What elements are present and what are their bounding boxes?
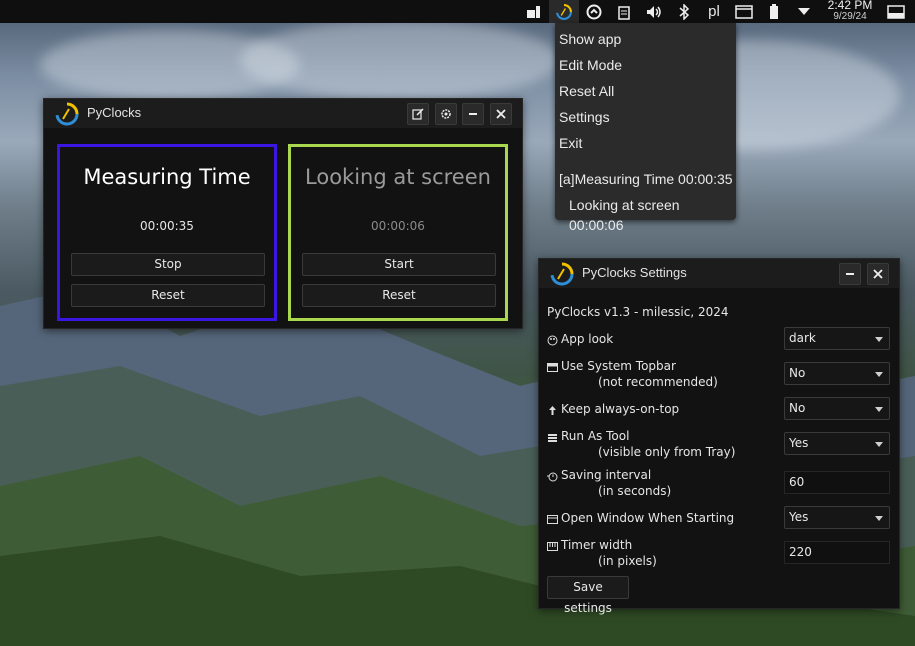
select-value: No bbox=[789, 366, 806, 380]
setting-sublabel-run-as-tool: (visible only from Tray) bbox=[598, 445, 736, 459]
chevron-down-icon bbox=[875, 516, 883, 521]
topbar-select[interactable]: No bbox=[784, 362, 890, 385]
volume-icon[interactable] bbox=[639, 0, 669, 23]
chevron-down-icon bbox=[875, 442, 883, 447]
reset-button[interactable]: Reset bbox=[302, 284, 496, 307]
close-button[interactable] bbox=[867, 263, 889, 285]
select-value: Yes bbox=[789, 510, 809, 524]
palette-icon bbox=[547, 335, 558, 346]
topbar-icon bbox=[547, 363, 558, 372]
setting-label-app-look: App look bbox=[561, 332, 614, 346]
window-title: PyClocks Settings bbox=[582, 265, 687, 280]
menu-item-exit[interactable]: Exit bbox=[559, 133, 582, 153]
edit-button[interactable] bbox=[407, 103, 429, 125]
chevron-down-icon bbox=[875, 372, 883, 377]
setting-sublabel-topbar: (not recommended) bbox=[598, 375, 718, 389]
setting-label-run-as-tool: Run As Tool bbox=[561, 429, 630, 443]
setting-label-open-window: Open Window When Starting bbox=[561, 511, 735, 525]
tool-icon bbox=[548, 434, 557, 442]
timer-width-input[interactable]: 220 bbox=[784, 541, 890, 564]
topbar-clock[interactable]: 2:42 PM 9/29/24 bbox=[819, 0, 881, 23]
start-button[interactable]: Start bbox=[302, 253, 496, 276]
clock-time-display: 00:00:35 bbox=[140, 219, 194, 233]
minimize-button[interactable] bbox=[462, 103, 484, 125]
settings-button[interactable] bbox=[435, 103, 457, 125]
menu-item-show-app[interactable]: Show app bbox=[559, 29, 621, 49]
stop-button[interactable]: Stop bbox=[71, 253, 265, 276]
minimize-icon bbox=[469, 113, 477, 115]
select-value: dark bbox=[789, 331, 816, 345]
battery-icon[interactable] bbox=[759, 0, 789, 23]
setting-label-always-on-top: Keep always-on-top bbox=[561, 402, 680, 416]
pyclocks-window: PyClocks Measuring Time 00:00:35 Stop Re… bbox=[43, 98, 523, 329]
close-icon bbox=[873, 269, 883, 279]
timer-icon bbox=[547, 472, 558, 482]
setting-sublabel-timer-width: (in pixels) bbox=[598, 554, 657, 568]
close-icon bbox=[496, 109, 506, 119]
save-settings-button[interactable]: Save settings bbox=[547, 576, 629, 615]
clock-panel-looking: Looking at screen 00:00:06 Start Reset bbox=[288, 144, 508, 321]
edit-icon bbox=[412, 108, 424, 120]
clock-name: Looking at screen bbox=[305, 165, 491, 189]
pyclocks-logo-icon bbox=[55, 102, 79, 126]
menu-item-timer-looking[interactable]: Looking at screen 00:00:06 bbox=[569, 195, 736, 233]
app-look-select[interactable]: dark bbox=[784, 327, 890, 350]
pyclocks-icon[interactable] bbox=[549, 0, 579, 23]
app-icon[interactable] bbox=[519, 0, 549, 23]
close-button[interactable] bbox=[490, 103, 512, 125]
clock-panel-measuring: Measuring Time 00:00:35 Stop Reset bbox=[57, 144, 277, 321]
select-value: No bbox=[789, 401, 806, 415]
sync-icon[interactable] bbox=[579, 0, 609, 23]
clock-time: 2:42 PM bbox=[827, 0, 873, 12]
display-icon[interactable] bbox=[729, 0, 759, 23]
minimize-icon bbox=[846, 273, 854, 275]
system-topbar: pl 2:42 PM 9/29/24 bbox=[0, 0, 915, 23]
always-on-top-select[interactable]: No bbox=[784, 397, 890, 420]
chevron-down-icon[interactable] bbox=[789, 0, 819, 23]
saving-interval-input[interactable]: 60 bbox=[784, 471, 890, 494]
window-title: PyClocks bbox=[87, 105, 142, 120]
settings-window: PyClocks Settings PyClocks v1.3 - miless… bbox=[538, 258, 900, 615]
setting-label-topbar: Use System Topbar bbox=[561, 359, 676, 373]
tray-context-menu: Show app Edit Mode Reset All Settings Ex… bbox=[555, 23, 736, 233]
chevron-down-icon bbox=[875, 407, 883, 412]
menu-item-timer-measuring[interactable]: [a]Measuring Time 00:00:35 bbox=[559, 169, 733, 189]
reset-button[interactable]: Reset bbox=[71, 284, 265, 307]
bluetooth-icon[interactable] bbox=[669, 0, 699, 23]
menu-item-edit-mode[interactable]: Edit Mode bbox=[559, 55, 622, 75]
version-label: PyClocks v1.3 - milessic, 2024 bbox=[547, 305, 729, 319]
window-titlebar[interactable]: PyClocks Settings bbox=[539, 259, 899, 288]
clipboard-icon[interactable] bbox=[609, 0, 639, 23]
setting-label-saving-interval: Saving interval bbox=[561, 468, 652, 482]
select-value: Yes bbox=[789, 436, 809, 450]
menu-item-settings[interactable]: Settings bbox=[559, 107, 610, 127]
settings-icon bbox=[441, 109, 451, 119]
clock-time-display: 00:00:06 bbox=[371, 219, 425, 233]
ruler-icon bbox=[547, 542, 558, 551]
setting-label-timer-width: Timer width bbox=[561, 538, 633, 552]
clock-date: 9/29/24 bbox=[833, 11, 867, 22]
run-as-tool-select[interactable]: Yes bbox=[784, 432, 890, 455]
setting-sublabel-saving-interval: (in seconds) bbox=[598, 484, 672, 498]
menu-item-reset-all[interactable]: Reset All bbox=[559, 81, 614, 101]
window-titlebar[interactable]: PyClocks bbox=[44, 99, 522, 128]
chevron-down-icon bbox=[875, 337, 883, 342]
open-window-select[interactable]: Yes bbox=[784, 506, 890, 529]
clock-name: Measuring Time bbox=[83, 165, 251, 189]
window-icon[interactable] bbox=[881, 0, 911, 23]
minimize-button[interactable] bbox=[839, 263, 861, 285]
pyclocks-logo-icon bbox=[550, 262, 574, 286]
keyboard-layout[interactable]: pl bbox=[699, 0, 729, 23]
window-icon bbox=[547, 515, 558, 524]
pin-icon bbox=[549, 406, 556, 415]
